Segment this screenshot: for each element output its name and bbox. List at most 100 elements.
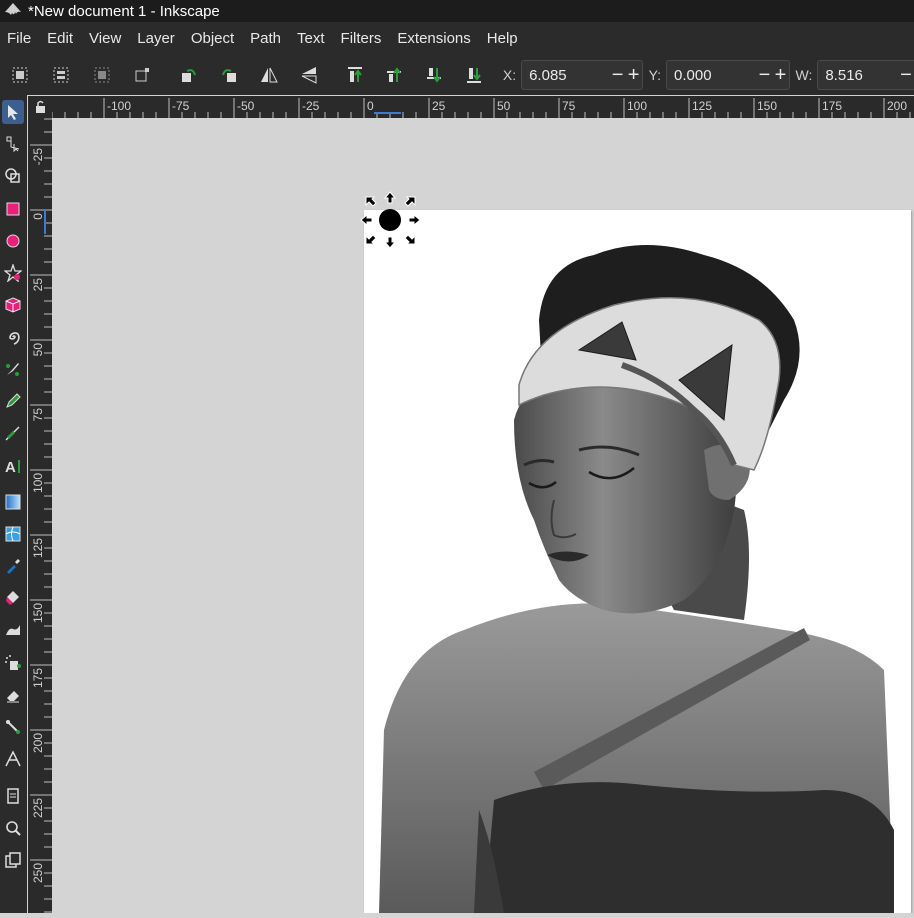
ruler-label: -50 <box>237 99 255 113</box>
text-icon: A <box>5 459 20 475</box>
pencil-tool[interactable] <box>2 389 24 413</box>
raise-to-top-icon[interactable] <box>344 64 366 86</box>
y-increment-button[interactable]: + <box>773 61 789 89</box>
star-tool[interactable] <box>2 261 24 285</box>
window-title: *New document 1 - Inkscape <box>28 2 220 20</box>
y-value[interactable]: 0.000 <box>667 67 756 84</box>
y-decrement-button[interactable]: − <box>757 61 773 89</box>
y-field[interactable]: 0.000 − + <box>666 60 790 90</box>
eraser-icon <box>7 691 19 703</box>
node-tool-icon <box>6 136 20 153</box>
vertical-ruler[interactable]: -25 0 25 50 75 100 125 150 175 200 225 250 <box>28 118 52 913</box>
deselect-icon[interactable] <box>91 64 113 86</box>
spiral-icon <box>9 332 20 345</box>
menu-help[interactable]: Help <box>479 22 526 55</box>
w-label: W: <box>795 67 813 83</box>
flip-vertical-icon[interactable] <box>298 64 320 86</box>
pen-tool[interactable] <box>2 357 24 381</box>
spray-tool[interactable] <box>2 651 24 675</box>
spiral-tool[interactable] <box>2 325 24 349</box>
box3d-icon <box>5 297 21 313</box>
w-value[interactable]: 8.516 <box>818 67 898 84</box>
mesh-icon <box>5 526 21 542</box>
menu-path[interactable]: Path <box>242 22 289 55</box>
zoom-tool[interactable] <box>2 816 24 840</box>
menu-edit[interactable]: Edit <box>39 22 81 55</box>
portrait-photo[interactable] <box>364 210 911 913</box>
raise-icon[interactable] <box>383 64 405 86</box>
circle-tool[interactable] <box>2 229 24 253</box>
canvas[interactable] <box>52 118 914 913</box>
ruler-label: -75 <box>172 99 190 113</box>
node-tool[interactable] <box>2 132 24 156</box>
y-label: Y: <box>648 67 662 83</box>
mesh-tool[interactable] <box>2 522 24 546</box>
selected-circle[interactable] <box>379 209 401 231</box>
selected-circle-group[interactable] <box>357 188 427 250</box>
horizontal-ruler[interactable]: -100 -75 -50 -25 0 25 50 75 100 125 150 175 200 <box>51 96 914 118</box>
w-decrement-button[interactable]: − <box>898 61 914 89</box>
lpe-tool[interactable] <box>2 747 24 771</box>
ruler-label: 50 <box>31 343 45 357</box>
dropper-tool[interactable] <box>2 554 24 578</box>
lower-icon[interactable] <box>423 64 445 86</box>
flip-horizontal-icon[interactable] <box>258 64 280 86</box>
ruler-label: -25 <box>302 99 320 113</box>
menu-layer[interactable]: Layer <box>129 22 183 55</box>
scale-handle-sw[interactable] <box>365 234 377 245</box>
shape-builder-icon <box>5 168 20 183</box>
rectangle-tool[interactable] <box>2 197 24 221</box>
ruler-label: -100 <box>107 99 131 113</box>
scale-handle-ne[interactable] <box>404 196 416 207</box>
menu-extensions[interactable]: Extensions <box>389 22 478 55</box>
x-increment-button[interactable]: + <box>626 61 642 89</box>
scale-handle-se[interactable] <box>404 234 416 245</box>
scale-handle-n[interactable] <box>383 191 397 204</box>
x-field[interactable]: 6.085 − + <box>521 60 643 90</box>
scale-handle-nw[interactable] <box>365 196 377 207</box>
lpe-icon <box>5 750 21 767</box>
menu-object[interactable]: Object <box>183 22 242 55</box>
x-value[interactable]: 6.085 <box>522 67 610 84</box>
select-all-icon[interactable] <box>9 64 31 86</box>
pen-icon <box>6 363 19 376</box>
eraser-tool[interactable] <box>2 683 24 707</box>
selector-tool[interactable] <box>2 100 24 124</box>
tweak-tool[interactable] <box>2 618 24 642</box>
ruler-label: 150 <box>757 99 777 113</box>
ruler-label: 125 <box>31 538 45 558</box>
lock-guides-icon[interactable] <box>28 96 52 118</box>
box3d-tool[interactable] <box>2 293 24 317</box>
rectangle-icon <box>6 202 20 216</box>
lower-to-bottom-icon[interactable] <box>463 64 485 86</box>
scale-handle-s[interactable] <box>383 236 397 249</box>
select-all-layers-icon[interactable] <box>50 64 72 86</box>
menu-view[interactable]: View <box>81 22 129 55</box>
menu-filters[interactable]: Filters <box>333 22 390 55</box>
rotate-cw-icon[interactable] <box>218 64 240 86</box>
circle-icon <box>6 234 20 248</box>
menu-file[interactable]: File <box>0 22 39 55</box>
gradient-tool[interactable] <box>2 490 24 514</box>
text-tool[interactable]: A <box>2 454 24 478</box>
x-decrement-button[interactable]: − <box>610 61 626 89</box>
selector-arrow-icon <box>8 105 18 120</box>
pages-tool[interactable] <box>2 784 24 808</box>
scale-handle-w[interactable] <box>360 213 373 227</box>
ruler-label: 25 <box>432 99 446 113</box>
transform-handles-icon[interactable] <box>131 64 153 86</box>
shape-builder-tool[interactable] <box>2 164 24 188</box>
connector-tool[interactable] <box>2 715 24 739</box>
document-page[interactable] <box>364 210 911 913</box>
ruler-label: 100 <box>31 473 45 493</box>
title-bar: *New document 1 - Inkscape <box>0 0 914 22</box>
menu-text[interactable]: Text <box>289 22 333 55</box>
measure-tool[interactable] <box>2 848 24 872</box>
calligraphy-icon <box>5 426 20 441</box>
calligraphy-tool[interactable] <box>2 421 24 445</box>
paint-bucket-tool[interactable] <box>2 586 24 610</box>
inkscape-logo-icon <box>5 3 21 15</box>
rotate-ccw-icon[interactable] <box>178 64 200 86</box>
scale-handle-e[interactable] <box>408 213 421 227</box>
w-field[interactable]: 8.516 − <box>817 60 914 90</box>
